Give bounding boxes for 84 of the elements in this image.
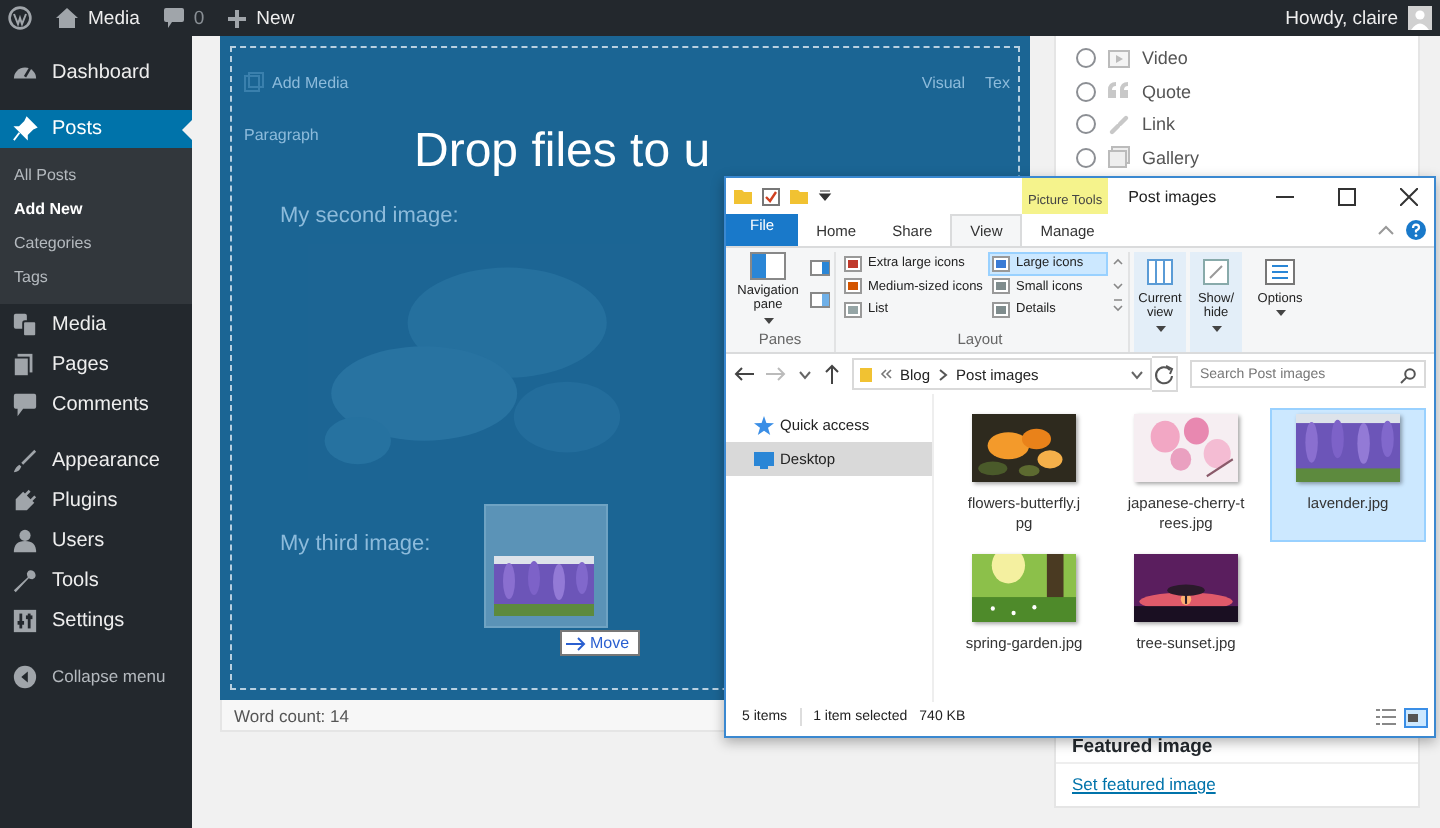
refresh-icon[interactable] [1152,356,1178,392]
scroll-arrows-icon[interactable] [1112,256,1124,316]
details-pane-icon[interactable] [810,292,830,308]
folder-icon [860,365,872,383]
submenu-item[interactable]: All Posts [0,158,192,192]
radio-button[interactable] [1076,147,1096,168]
link-icon [1108,113,1130,136]
paragraph: My third image: [280,532,431,556]
double-chevron-icon [880,368,892,380]
format-label: Quote [1142,81,1192,102]
brush-icon [12,447,38,473]
caret-icon [1211,325,1221,334]
document-icon [12,351,38,377]
menu-item[interactable]: Settings [0,600,192,640]
caret-icon[interactable] [818,189,832,203]
home-icon [56,8,78,28]
menu-item[interactable]: Media [0,304,192,344]
format-label: Link [1142,114,1176,135]
chevron-icon [938,367,949,381]
speech-bubble-icon [163,8,184,28]
person-icon [12,527,38,553]
photo-icon [12,311,38,337]
comments-link[interactable]: 0 [163,7,205,29]
avatar-icon [1408,6,1432,30]
pin-icon [12,116,38,142]
radio-button[interactable] [1076,81,1096,102]
format-label: Video [1142,48,1188,69]
sliders-icon [12,607,38,633]
caret-icon [1130,369,1144,379]
submenu-item[interactable]: Add New [0,192,192,226]
quote-icon [1108,80,1130,103]
format-label: Gallery [1142,147,1200,168]
maximize-icon[interactable] [1338,187,1356,205]
window-title: Post images [1128,187,1217,205]
radio-button[interactable] [1076,114,1096,135]
menu-item[interactable]: Plugins [0,480,192,520]
details-view-icon[interactable] [1376,708,1396,726]
set-featured-image-link[interactable]: Set featured image [1056,764,1418,806]
menu-item[interactable]: Appearance [0,440,192,480]
caret-icon [1275,310,1285,319]
submenu-item[interactable]: Categories [0,226,192,260]
new-link[interactable]: New [228,7,295,29]
pane-layout-icon [750,252,786,280]
add-media-label: Add Media [272,73,349,91]
large-icons-view-icon[interactable] [1404,707,1428,727]
back-icon[interactable] [734,366,754,382]
paragraph: My second image: [280,204,459,228]
move-label: Move [590,634,630,652]
menu-item[interactable]: Comments [0,384,192,424]
site-name: Media [88,7,140,29]
search-icon [1400,368,1416,384]
greeting: Howdy, claire [1285,7,1398,29]
comment-count: 0 [193,7,205,29]
radio-button[interactable] [1076,48,1096,69]
menu-item[interactable]: Collapse menu [0,656,192,696]
site-link[interactable]: Media [56,7,140,29]
monitor-icon [754,449,774,469]
plus-icon [228,9,247,27]
star-icon [754,415,774,435]
columns-icon [1144,256,1176,288]
close-icon[interactable] [1400,187,1418,205]
menu-item[interactable]: Posts [0,110,192,148]
speech-bubble-icon [12,391,38,417]
account-link[interactable]: Howdy, claire [1285,6,1432,30]
options-icon [1264,256,1296,288]
video-icon [1108,47,1130,70]
caret-icon [1155,325,1165,334]
new-label: New [256,7,295,29]
drop-message: Drop files to u [414,124,711,180]
arrow-icon [566,635,586,651]
menu-item[interactable]: Users [0,520,192,560]
logo-icon[interactable] [8,6,32,30]
menu-item[interactable]: Tools [0,560,192,600]
media-icon [244,72,264,92]
submenu-item[interactable]: Tags [0,260,192,294]
caret-icon [763,317,773,326]
preview-pane-icon[interactable] [810,260,830,276]
menu-item[interactable]: Dashboard [0,52,192,92]
up-icon[interactable] [824,364,840,384]
plug-icon [12,487,38,513]
menu-item[interactable]: Pages [0,344,192,384]
help-icon[interactable] [1406,220,1426,240]
caret-icon[interactable] [798,369,812,379]
gallery-icon [1108,146,1130,169]
